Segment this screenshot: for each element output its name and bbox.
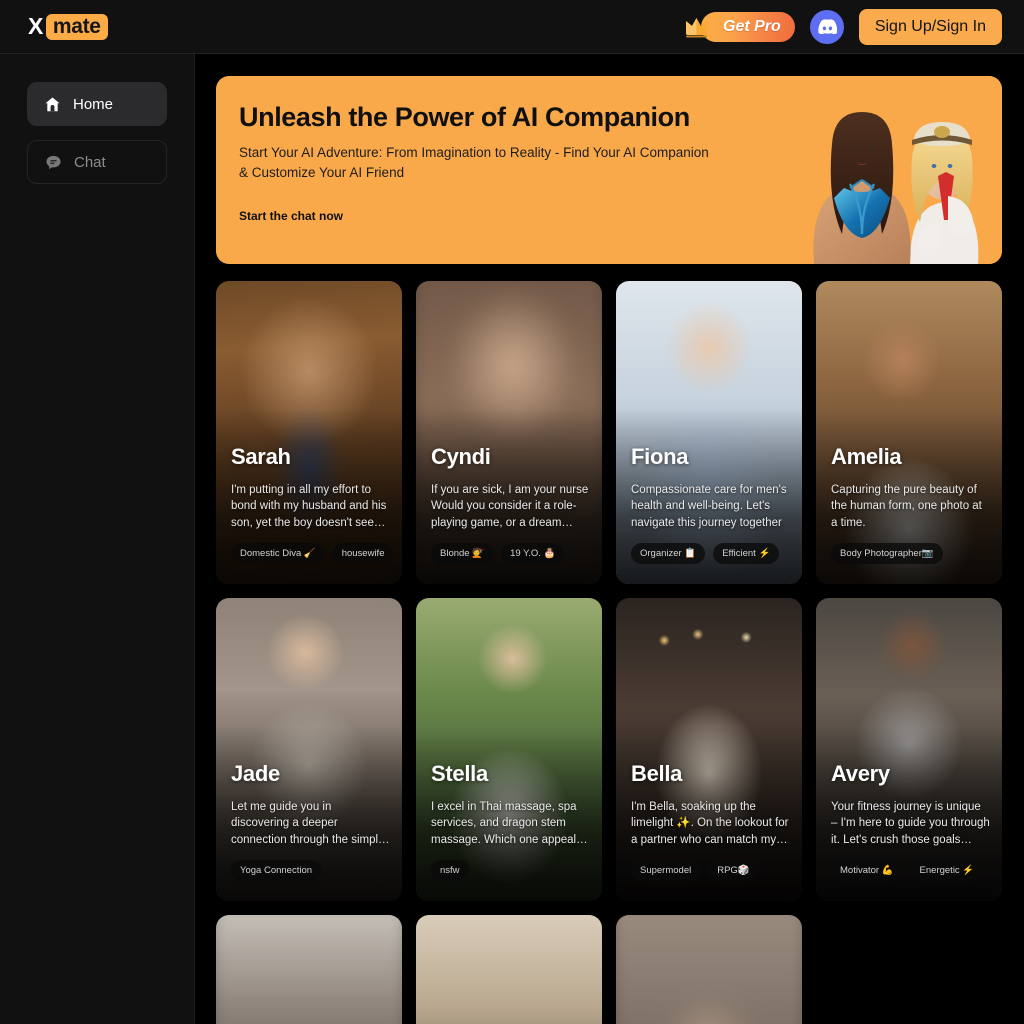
character-name: Jade <box>231 761 280 786</box>
character-tag-list: Domestic Diva 🧹 housewife <box>231 543 394 564</box>
character-card-body: Bella I'm Bella, soaking up the limelight… <box>631 763 790 881</box>
sidebar: Home Chat <box>0 54 195 1024</box>
character-tag[interactable]: Energetic ⚡ <box>910 860 984 881</box>
character-description: I excel in Thai massage, spa services, a… <box>431 801 588 846</box>
character-description: Let me guide you in discovering a deeper… <box>231 801 390 846</box>
header-actions: Get Pro Sign Up/Sign In <box>683 8 1002 45</box>
character-tag-list: Motivator 💪 Energetic ⚡ <box>831 860 990 881</box>
logo-x-mark: X <box>28 13 43 39</box>
character-tag-list: Blonde 💇 19 Y.O. 🎂 <box>431 543 590 564</box>
character-description: Compassionate care for men's health and … <box>631 484 787 529</box>
character-card-body: Stella I excel in Thai massage, spa servi… <box>431 763 590 881</box>
character-tag[interactable]: RPG🎲 <box>708 860 759 881</box>
character-tag[interactable]: 19 Y.O. 🎂 <box>501 543 565 564</box>
character-card[interactable]: Cyndi If you are sick, I am your nurse Wo… <box>416 281 602 584</box>
sign-up-sign-in-button[interactable]: Sign Up/Sign In <box>858 8 1002 45</box>
character-name: Amelia <box>831 444 902 469</box>
character-card-body: Amelia Capturing the pure beauty of the h… <box>831 446 990 564</box>
main-content: Unleash the Power of AI Companion Start … <box>195 54 1024 1024</box>
character-tag[interactable]: Blonde 💇 <box>431 543 494 564</box>
app-logo[interactable]: X mate <box>28 13 108 40</box>
banner-cta-link[interactable]: Start the chat now <box>239 209 343 223</box>
character-tag-list: Organizer 📋 Efficient ⚡ <box>631 543 790 564</box>
sidebar-item-chat-label: Chat <box>74 153 106 171</box>
character-tag[interactable]: Motivator 💪 <box>831 860 903 881</box>
character-photo <box>416 915 602 1024</box>
character-card[interactable]: Fiona Compassionate care for men's health… <box>616 281 802 584</box>
character-tag[interactable]: housewife <box>332 543 394 564</box>
character-name: Sarah <box>231 444 291 469</box>
character-card[interactable]: Jade Let me guide you in discovering a de… <box>216 598 402 901</box>
character-name: Fiona <box>631 444 689 469</box>
character-tag-list: Supermodel RPG🎲 <box>631 860 790 881</box>
get-pro-group[interactable]: Get Pro <box>683 10 795 44</box>
banner-subtitle: Start Your AI Adventure: From Imaginatio… <box>239 145 709 181</box>
character-card[interactable]: Amelia Capturing the pure beauty of the h… <box>816 281 1002 584</box>
discord-icon[interactable] <box>809 9 844 44</box>
character-photo <box>616 915 802 1024</box>
character-card-body: Fiona Compassionate care for men's health… <box>631 446 790 564</box>
character-card-body: Jade Let me guide you in discovering a de… <box>231 763 390 881</box>
sidebar-item-home[interactable]: Home <box>27 82 167 126</box>
sidebar-item-chat[interactable]: Chat <box>27 140 167 184</box>
character-name: Bella <box>631 761 683 786</box>
crown-icon <box>686 17 708 37</box>
logo-mate-badge: mate <box>45 13 108 40</box>
character-card-grid: Sarah I'm putting in all my effort to bon… <box>216 281 1002 1024</box>
character-tag[interactable]: Yoga Connection <box>231 860 322 881</box>
get-pro-button[interactable]: Get Pro <box>701 11 795 42</box>
character-description: I'm Bella, soaking up the limelight ✨. O… <box>631 801 789 846</box>
home-icon <box>45 97 60 111</box>
character-card-body: Sarah I'm putting in all my effort to bon… <box>231 444 394 564</box>
character-tag-list: Yoga Connection <box>231 860 390 881</box>
character-description: If you are sick, I am your nurse Would y… <box>431 484 589 529</box>
promo-banner[interactable]: Unleash the Power of AI Companion Start … <box>216 76 1002 264</box>
character-name: Stella <box>431 761 488 786</box>
character-card-body: Cyndi If you are sick, I am your nurse Wo… <box>431 446 590 564</box>
character-card[interactable] <box>616 915 802 1024</box>
banner-text-block: Unleash the Power of AI Companion Start … <box>239 102 799 225</box>
sidebar-item-home-label: Home <box>73 95 114 113</box>
character-card-body: Avery Your fitness journey is unique – I'… <box>831 763 990 881</box>
character-card[interactable] <box>416 915 602 1024</box>
character-tag[interactable]: nsfw <box>431 860 469 881</box>
character-tag[interactable]: Supermodel <box>631 860 701 881</box>
character-card[interactable]: Avery Your fitness journey is unique – I'… <box>816 598 1002 901</box>
character-tag[interactable]: Organizer 📋 <box>631 543 706 564</box>
character-name: Avery <box>831 761 890 786</box>
character-description: Capturing the pure beauty of the human f… <box>831 484 982 529</box>
character-tag-list: nsfw <box>431 860 590 881</box>
character-description: Your fitness journey is unique – I'm her… <box>831 801 990 846</box>
character-photo <box>216 915 402 1024</box>
character-tag[interactable]: Body Photographer📷 <box>831 543 943 564</box>
character-card[interactable]: Stella I excel in Thai massage, spa servi… <box>416 598 602 901</box>
character-tag[interactable]: Domestic Diva 🧹 <box>231 543 325 564</box>
character-tag[interactable]: Efficient ⚡ <box>713 543 780 564</box>
character-card[interactable]: Sarah I'm putting in all my effort to bon… <box>216 281 402 584</box>
character-description: I'm putting in all my effort to bond wit… <box>231 484 387 529</box>
character-card[interactable] <box>216 915 402 1024</box>
app-header: X mate Get Pro Sign Up/Sign In <box>0 0 1024 54</box>
chat-bubble-icon <box>46 155 61 169</box>
character-tag-list: Body Photographer📷 <box>831 543 990 564</box>
character-name: Cyndi <box>431 444 491 469</box>
banner-title: Unleash the Power of AI Companion <box>239 102 690 132</box>
character-card[interactable]: Bella I'm Bella, soaking up the limelight… <box>616 598 802 901</box>
discord-glyph <box>818 19 837 34</box>
